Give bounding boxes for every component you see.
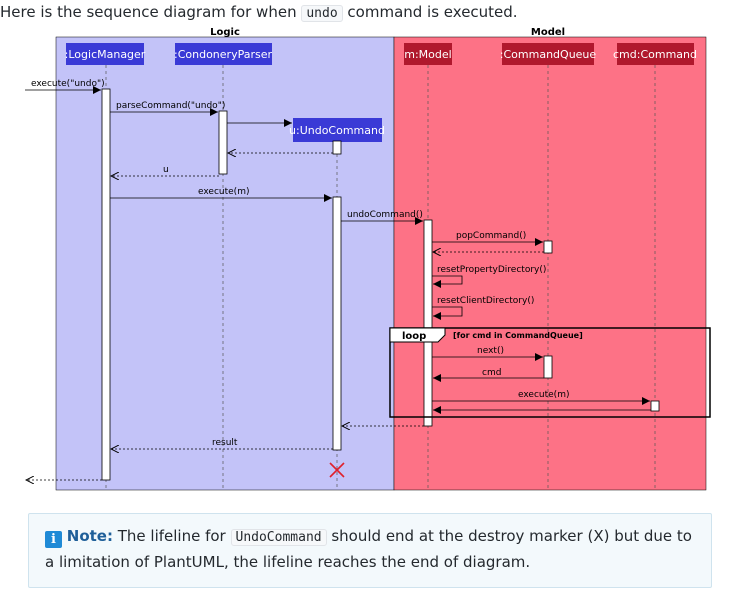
intro-text: Here is the sequence diagram for when un…: [0, 3, 518, 22]
activation-parser: [218, 110, 228, 175]
intro-after: command is executed.: [342, 3, 518, 21]
participant-logicmanager-label: :LogicManager: [65, 48, 146, 61]
participant-commandqueue-label: :CommandQueue: [500, 48, 597, 61]
participant-model-label: m:Model: [404, 48, 451, 61]
intro-before: Here is the sequence diagram for when: [0, 3, 302, 21]
label-reset-client: resetClientDirectory(): [437, 296, 534, 306]
label-undo-command: undoCommand(): [347, 210, 423, 220]
label-pop-command: popCommand(): [456, 231, 526, 241]
note-text-1: The lifeline for: [112, 527, 231, 545]
activation-commandqueue-2: [543, 355, 553, 379]
note-label: Note:: [66, 527, 113, 545]
participant-undocommand-label: u:UndoCommand: [289, 124, 385, 137]
activation-logicmanager: [101, 88, 111, 481]
info-icon: i: [45, 531, 62, 548]
note-code: UndoCommand: [230, 529, 327, 546]
loop-keyword: loop: [402, 331, 426, 342]
label-next: next(): [477, 346, 504, 356]
note-box: i Note: The lifeline for UndoCommand sho…: [28, 513, 712, 588]
label-result: result: [212, 438, 238, 448]
activation-undocommand-1: [332, 140, 342, 155]
participant-command-label: cmd:Command: [613, 48, 697, 61]
label-reset-property: resetPropertyDirectory(): [437, 265, 546, 275]
label-return-cmd: cmd: [482, 368, 501, 378]
loop-guard: [for cmd in CommandQueue]: [453, 331, 583, 340]
label-execute-undo: execute("undo"): [31, 79, 105, 89]
activation-command: [650, 400, 660, 412]
label-execute-m: execute(m): [198, 187, 249, 197]
activation-undocommand-2: [332, 196, 342, 451]
label-execute-m-cmd: execute(m): [518, 390, 569, 400]
sequence-diagram: Logic Model :LogicManager :CondoneryPars…: [25, 27, 711, 491]
activation-commandqueue-1: [543, 240, 553, 254]
label-parse-command: parseCommand("undo"): [116, 101, 225, 111]
intro-code: undo: [301, 5, 343, 22]
model-group-box: [393, 36, 707, 491]
participant-parser-label: :CondoneryParser: [174, 48, 272, 61]
label-return-u: u: [163, 165, 169, 175]
logic-group-title: Logic: [210, 27, 240, 38]
activation-model: [423, 219, 433, 427]
model-group-title: Model: [531, 27, 565, 38]
